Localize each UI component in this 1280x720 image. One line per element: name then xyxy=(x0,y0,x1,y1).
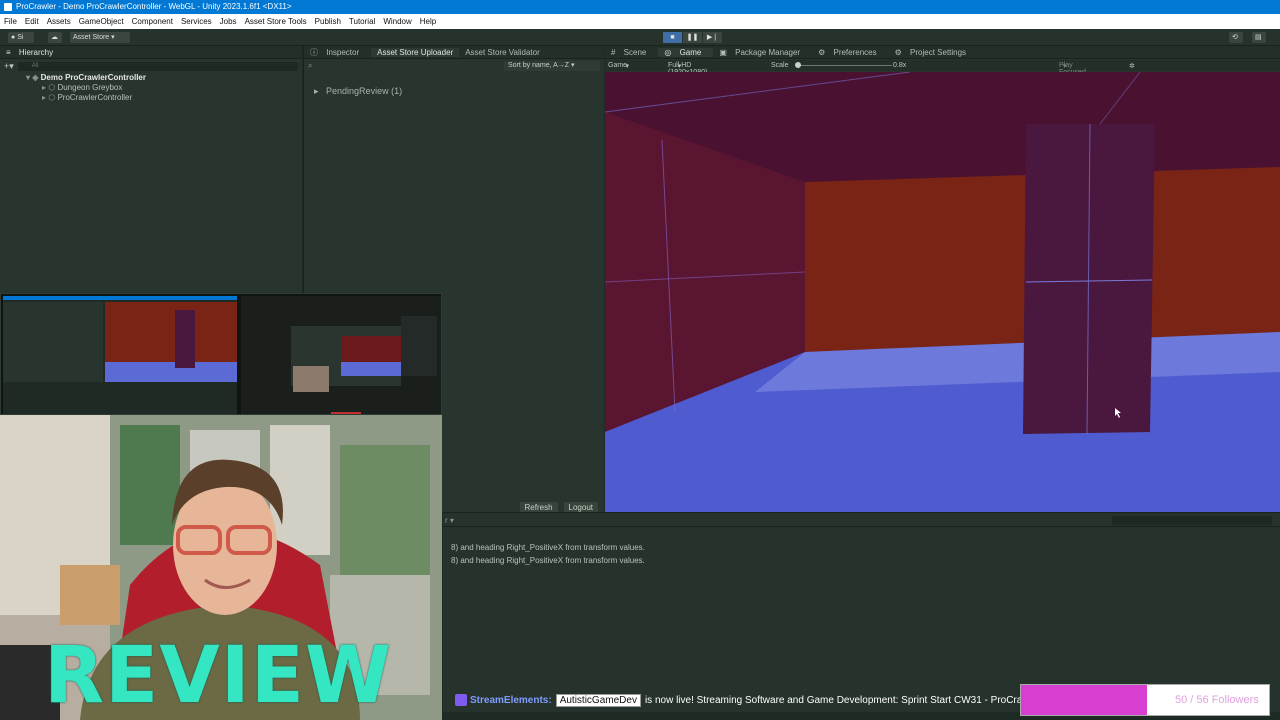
menu-jobs[interactable]: Jobs xyxy=(220,17,237,26)
hierarchy-tabbar: ≡ Hierarchy xyxy=(0,46,302,59)
review-overlay-text: REVIEW xyxy=(44,631,393,720)
tab-preferences[interactable]: ⚙ Preferences xyxy=(812,48,889,57)
pending-label: PendingReview (1) xyxy=(326,86,403,96)
scale-value: 0.8x xyxy=(893,62,907,69)
follower-goal-fill xyxy=(1021,685,1148,715)
console-panel: r ▾ 8) and heading Right_PositiveX from … xyxy=(443,512,1280,688)
console-line[interactable]: 8) and heading Right_PositiveX from tran… xyxy=(451,543,645,552)
game-controls: Game ▾ Full HD (1920x1080) ▾ Scale 0.8x … xyxy=(605,60,1280,76)
clear-dropdown[interactable]: r ▾ xyxy=(445,516,454,525)
menu-component[interactable]: Component xyxy=(132,17,173,26)
tab-hierarchy[interactable]: ≡ Hierarchy xyxy=(0,48,65,57)
streamelements-icon xyxy=(455,694,467,706)
tab-inspector[interactable]: ⓘ Inspector xyxy=(304,47,371,58)
search-icon[interactable]: ⌕ xyxy=(308,61,312,71)
tree-scene-row[interactable]: ▾ ◈ Demo ProCrawlerController xyxy=(0,73,300,83)
uploader-sortbar: ⌕ Sort by name, A→Z ▾ xyxy=(304,60,604,72)
pending-review-foldout[interactable]: ▸ PendingReview (1) xyxy=(314,86,402,97)
follower-goal-bar: 50 / 56 Followers xyxy=(1020,684,1270,716)
dungeon-render xyxy=(605,72,1280,512)
scene-label: Demo ProCrawlerController xyxy=(40,73,146,82)
game-tabbar: # Scene ◎ Game ▣ Package Manager ⚙ Prefe… xyxy=(605,46,1280,59)
display-dropdown[interactable]: Game ▾ xyxy=(608,62,629,70)
ticker-user: AutisticGameDev xyxy=(555,693,641,707)
tab-label: Preferences xyxy=(833,47,877,57)
ticker-source: StreamElements: xyxy=(470,694,552,706)
tree-row-dungeon-greybox[interactable]: ▸ ⬡ Dungeon Greybox xyxy=(0,83,300,93)
scale-slider-handle[interactable] xyxy=(795,62,801,68)
menu-publish[interactable]: Publish xyxy=(315,17,341,26)
menu-file[interactable]: File xyxy=(4,17,17,26)
hierarchy-tree: ▾ ◈ Demo ProCrawlerController ▸ ⬡ Dungeo… xyxy=(0,73,300,103)
follower-goal-text: 50 / 56 Followers xyxy=(1175,694,1259,706)
tab-label: Package Manager xyxy=(735,47,801,57)
menu-window[interactable]: Window xyxy=(383,17,411,26)
tab-scene[interactable]: # Scene xyxy=(605,48,658,57)
window-title: ProCrawler - Demo ProCrawlerController -… xyxy=(16,2,292,11)
asset-store-label: Asset Store xyxy=(73,34,110,41)
console-search-input[interactable] xyxy=(1112,516,1272,525)
menu-bar: File Edit Assets GameObject Component Se… xyxy=(0,14,1280,29)
tree-row-procrawlercontroller[interactable]: ▸ ⬡ ProCrawlerController xyxy=(0,93,300,103)
stream-thumbnails xyxy=(0,293,442,415)
unity-icon xyxy=(4,3,12,11)
account-label: Si xyxy=(17,34,24,41)
tab-asset-store-uploader[interactable]: Asset Store Uploader xyxy=(371,47,460,57)
step-button[interactable]: ▶❘ xyxy=(703,32,722,43)
game-viewport[interactable] xyxy=(605,72,1280,512)
console-header: r ▾ xyxy=(443,513,1280,527)
menu-tutorial[interactable]: Tutorial xyxy=(349,17,375,26)
thumbnail-stream xyxy=(241,296,441,414)
tab-project-settings[interactable]: ⚙ Project Settings xyxy=(889,48,978,57)
cloud-icon[interactable]: ☁ xyxy=(48,32,62,43)
menu-services[interactable]: Services xyxy=(181,17,212,26)
tab-label: Scene xyxy=(623,47,647,57)
tab-label: Project Settings xyxy=(910,47,967,57)
cube-icon: ▸ ⬡ xyxy=(42,93,58,102)
thumbnail-editor xyxy=(3,296,237,414)
menu-asset-store-tools[interactable]: Asset Store Tools xyxy=(245,17,307,26)
add-icon[interactable]: +▾ xyxy=(4,61,14,72)
pause-button[interactable]: ❚❚ xyxy=(683,32,702,43)
play-mode-dropdown[interactable]: Play Focused ▾ xyxy=(1059,62,1086,76)
audio-icon[interactable]: ✲ xyxy=(1129,62,1135,70)
console-line[interactable]: 8) and heading Right_PositiveX from tran… xyxy=(451,556,645,565)
tree-label: Dungeon Greybox xyxy=(57,83,123,92)
menu-assets[interactable]: Assets xyxy=(47,17,71,26)
hierarchy-search-input[interactable]: All xyxy=(17,61,298,71)
play-controls: ■ ❚❚ ▶❘ xyxy=(663,32,723,43)
sort-label: Sort by name, A→Z xyxy=(508,62,570,69)
main-toolbar: ● Si ☁ Asset Store ▾ ■ ❚❚ ▶❘ ⟲ ▤ xyxy=(0,29,1280,46)
sort-dropdown[interactable]: Sort by name, A→Z ▾ xyxy=(504,61,600,71)
account-button[interactable]: ● Si xyxy=(8,32,34,43)
scale-slider-track[interactable] xyxy=(797,65,892,66)
layers-icon[interactable]: ▤ xyxy=(1252,32,1266,43)
tab-hierarchy-label: Hierarchy xyxy=(18,47,54,57)
tab-game[interactable]: ◎ Game xyxy=(658,47,714,57)
tree-label: ProCrawlerController xyxy=(57,93,133,102)
hierarchy-panel: ≡ Hierarchy +▾ All ▾ ◈ Demo ProCrawlerCo… xyxy=(0,46,302,296)
thumbnail-image xyxy=(3,296,237,414)
play-button[interactable]: ■ xyxy=(663,32,682,43)
menu-gameobject[interactable]: GameObject xyxy=(79,17,124,26)
menu-edit[interactable]: Edit xyxy=(25,17,39,26)
expand-icon[interactable]: ▾ ◈ xyxy=(26,73,41,82)
tab-package-manager[interactable]: ▣ Package Manager xyxy=(713,48,812,57)
thumbnail-image xyxy=(241,296,441,414)
hierarchy-search: +▾ All xyxy=(4,61,298,71)
tab-label: Inspector xyxy=(326,47,360,57)
display-label: Game xyxy=(608,61,628,69)
game-panel: # Scene ◎ Game ▣ Package Manager ⚙ Prefe… xyxy=(605,46,1280,512)
tab-asset-store-validator[interactable]: Asset Store Validator xyxy=(459,48,546,57)
tab-label: Game xyxy=(679,47,702,57)
scale-label: Scale xyxy=(771,62,789,69)
inspector-tabbar: ⓘ Inspector Asset Store Uploader Asset S… xyxy=(304,46,604,59)
resolution-dropdown[interactable]: Full HD (1920x1080) ▾ xyxy=(668,62,707,76)
menu-help[interactable]: Help xyxy=(420,17,436,26)
history-icon[interactable]: ⟲ xyxy=(1229,32,1243,43)
title-bar: ProCrawler - Demo ProCrawlerController -… xyxy=(0,0,1280,14)
cube-icon: ▸ ⬡ xyxy=(42,83,58,92)
asset-store-button[interactable]: Asset Store ▾ xyxy=(70,32,130,43)
